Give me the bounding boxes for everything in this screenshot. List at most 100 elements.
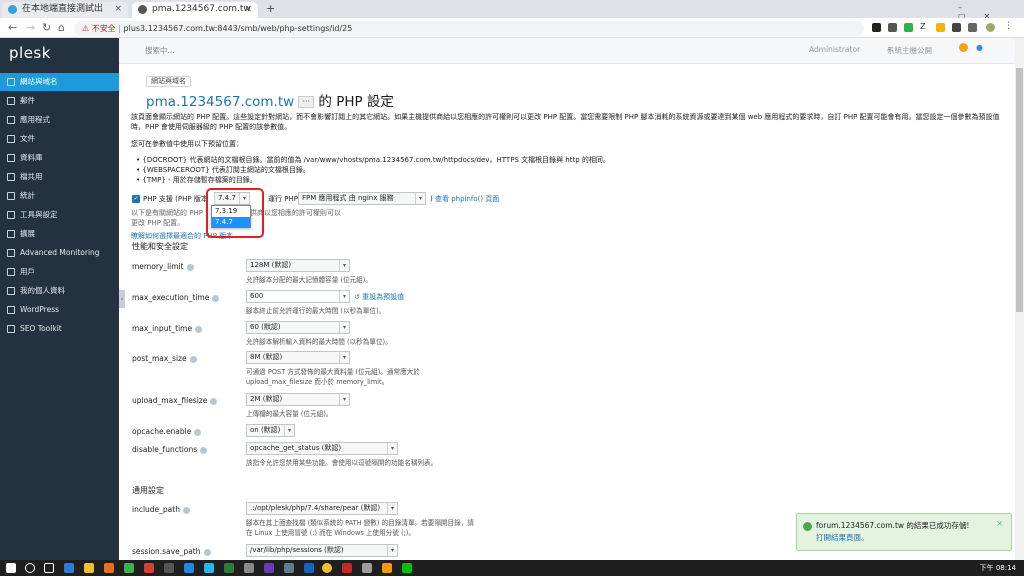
setting-select[interactable]: /var/lib/php/sessions (默認) ▾ [246, 544, 398, 557]
phpinfo-link[interactable]: ) 查看 phpinfo() 頁面 [430, 194, 499, 204]
app-icon[interactable] [362, 563, 372, 573]
wordpress-icon [7, 306, 15, 314]
sidebar-item-applications[interactable]: 應用程式 [0, 111, 119, 129]
setting-select[interactable]: 60 (默認) ▾ [246, 321, 350, 334]
collapse-sidebar-button[interactable]: ‹ [119, 290, 125, 308]
user-menu[interactable]: Administrator [809, 45, 860, 54]
start-icon[interactable] [6, 563, 16, 573]
setting-hint: 腳本終止前允許運行的最大時間 (以秒為單位)。 [246, 307, 386, 315]
extension-icon[interactable] [968, 23, 977, 32]
help-icon [182, 506, 190, 514]
profile-avatar-icon[interactable] [986, 23, 995, 32]
back-icon[interactable]: ← [8, 21, 17, 34]
app-icon[interactable] [164, 563, 174, 573]
php-handler-select[interactable]: FPM 應用程式 由 nginx 服務 ▾ [298, 192, 426, 205]
help-icon [195, 325, 203, 333]
edge-icon[interactable] [64, 563, 74, 573]
breadcrumb[interactable]: 網站與域名 [146, 76, 191, 87]
setting-select[interactable]: 8M (默認) ▾ [246, 351, 350, 364]
php-support-checkbox[interactable]: ✓ [132, 195, 140, 203]
app-icon[interactable] [264, 563, 274, 573]
sidebar-item-extensions[interactable]: 擴展 [0, 225, 119, 243]
setting-select[interactable]: 2M (默認) ▾ [246, 393, 350, 406]
taskbar-clock[interactable]: 下午 08:14 [980, 563, 1016, 573]
search-input[interactable]: 搜索中... [145, 45, 175, 56]
app-icon[interactable] [204, 563, 214, 573]
open-results-link[interactable]: 打開結果頁面。 [816, 532, 869, 543]
help-icon[interactable]: ● [976, 43, 983, 52]
sidebar-item-label: 網站與域名 [20, 77, 58, 86]
new-tab-button[interactable]: + [266, 2, 275, 15]
close-tab-icon[interactable]: × [114, 2, 122, 17]
notification-icon[interactable] [959, 43, 968, 52]
setting-select[interactable]: 600 ▾ [246, 290, 350, 303]
sidebar-item-tools[interactable]: 工具與設定 [0, 206, 119, 224]
setting-select[interactable]: 128M (默認) ▾ [246, 259, 350, 272]
top-bar: 搜索中... ⌕ Administrator 系統主機公開 ● [119, 38, 1024, 64]
setting-label: max_input_time [132, 324, 203, 333]
line-icon[interactable] [402, 563, 412, 573]
forward-icon[interactable]: → [26, 21, 35, 34]
help-icon [200, 446, 208, 454]
app-icon[interactable] [104, 563, 114, 573]
setting-select[interactable]: .:/opt/plesk/php/7.4/share/pear (默認) ▾ [246, 502, 398, 515]
home-icon[interactable]: ⌂ [58, 21, 65, 34]
app-icon[interactable] [284, 563, 294, 573]
search-icon[interactable] [25, 563, 35, 573]
extension-icon[interactable] [952, 23, 961, 32]
browser-tab[interactable]: 在本地端直接測試出 × [2, 2, 128, 18]
reset-default-link[interactable]: ↺ 重設為預設值 [354, 292, 404, 302]
sidebar-item-websites[interactable]: 網站與域名 [0, 73, 119, 91]
sidebar-item-wordpress[interactable]: WordPress [0, 301, 119, 319]
section-common: 通用設定 [132, 486, 164, 495]
help-icon [212, 294, 220, 302]
page-scrollbar[interactable] [1015, 38, 1024, 560]
menu-icon[interactable]: ⋮ [1004, 21, 1013, 31]
line-extension-icon[interactable] [904, 23, 913, 32]
setting-label: post_max_size [132, 354, 197, 363]
reload-icon[interactable]: ↻ [42, 21, 51, 34]
sidebar-item-mail[interactable]: 郵件 [0, 92, 119, 110]
sidebar-item-profile[interactable]: 我的個人資料 [0, 282, 119, 300]
extension-icon[interactable] [872, 23, 881, 32]
z-extension-icon[interactable]: Z [920, 22, 929, 31]
close-toast-button[interactable]: × [996, 519, 1003, 528]
app-icon[interactable] [184, 563, 194, 573]
chrome-icon[interactable] [322, 563, 332, 573]
setting-select[interactable]: on (默認) ▾ [246, 424, 295, 437]
sidebar-item-files[interactable]: 文件 [0, 130, 119, 148]
extension-icon[interactable] [936, 23, 945, 32]
sidebar-item-file-sharing[interactable]: 檔共用 [0, 168, 119, 186]
app-icon[interactable] [144, 563, 154, 573]
account-menu[interactable]: 系統主機公開 [887, 45, 932, 56]
insecure-warning-icon: ⚠ [82, 24, 92, 33]
browser-tab-active[interactable]: pma.1234567.com.tw × [132, 2, 258, 18]
setting-hint: 允許腳本解析輸入資料的最大時間 (以秒為單位)。 [246, 338, 392, 346]
sidebar-item-databases[interactable]: 資料庫 [0, 149, 119, 167]
sidebar-item-users[interactable]: 用戶 [0, 263, 119, 281]
close-tab-icon[interactable]: × [244, 2, 252, 17]
task-view-icon[interactable] [44, 563, 54, 573]
setting-select[interactable]: opcache_get_status (默認) ▾ [246, 442, 398, 455]
setting-label: disable_functions [132, 445, 208, 454]
page-title: pma.1234567.com.tw ··· 的 PHP 設定 [146, 90, 394, 110]
app-icon[interactable] [244, 563, 254, 573]
app-icon[interactable] [224, 563, 234, 573]
extension-icon[interactable] [888, 23, 897, 32]
sidebar-item-statistics[interactable]: 統計 [0, 187, 119, 205]
app-icon[interactable] [304, 563, 314, 573]
database-icon [7, 154, 15, 162]
sidebar-item-monitoring[interactable]: Advanced Monitoring [0, 244, 119, 262]
setting-hint: 腳本在其上面查找檔 (類似系統的 PATH 變數) 的目錄清單。若要隔開目錄，請 [246, 519, 474, 527]
domain-menu-button[interactable]: ··· [298, 96, 315, 108]
seo-icon [7, 325, 15, 333]
sidebar-item-seo[interactable]: SEO Toolkit [0, 320, 119, 338]
app-icon[interactable] [342, 563, 352, 573]
scrollbar-thumb[interactable] [1016, 68, 1023, 312]
setting-label: max_execution_time [132, 293, 220, 302]
app-icon[interactable] [382, 563, 392, 573]
folder-icon[interactable] [84, 563, 94, 573]
app-icon[interactable] [124, 563, 134, 573]
url-field[interactable]: ⚠ 不安全 | plus3.1234567.com.tw:8443/smb/we… [74, 21, 864, 36]
gear-icon [7, 116, 15, 124]
